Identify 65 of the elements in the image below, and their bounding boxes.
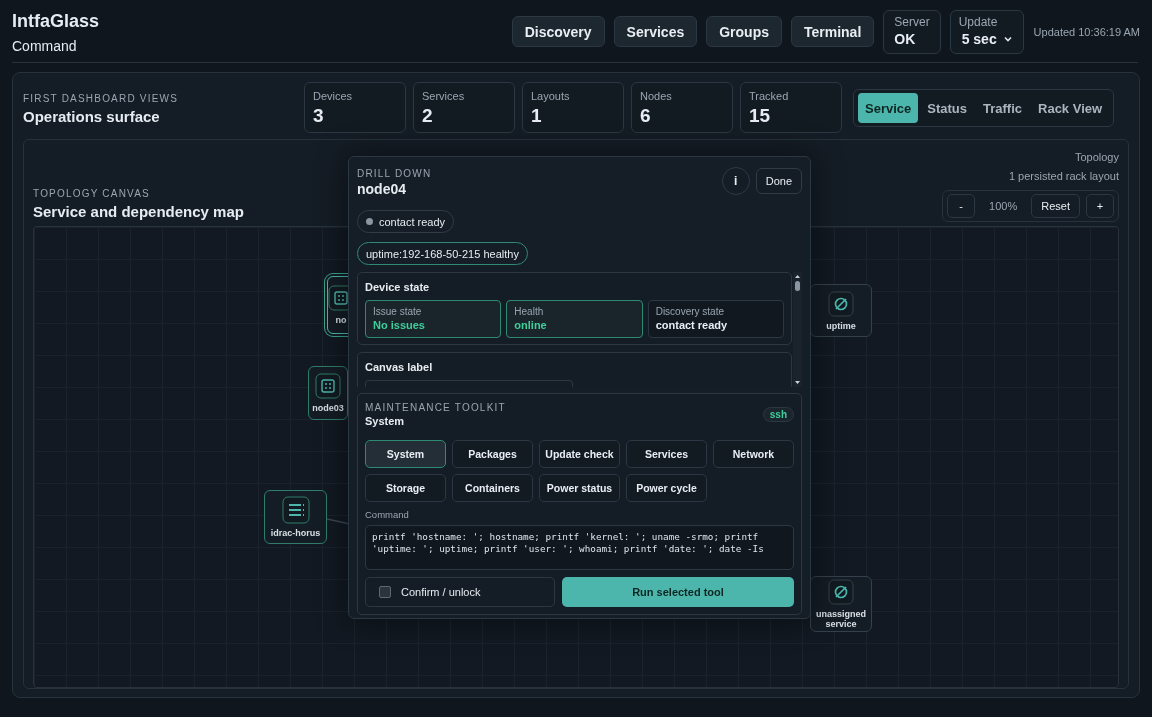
tool-button[interactable]: System <box>365 440 446 468</box>
zoom-out-button[interactable]: - <box>947 194 976 218</box>
tool-button[interactable]: Power status <box>539 474 620 502</box>
tool-button[interactable]: Storage <box>365 474 446 502</box>
app-title: IntfaGlass <box>12 10 101 32</box>
section-heading: Canvas label <box>365 360 434 374</box>
nav-button[interactable]: Discovery <box>511 16 605 47</box>
view-mode-label: Topology <box>1074 150 1119 165</box>
checkbox[interactable] <box>379 586 391 598</box>
tool-button[interactable]: Update check <box>539 440 620 468</box>
stat-card: Nodes 6 <box>631 82 733 133</box>
section-eyebrow: FIRST DASHBOARD VIEWS <box>23 92 180 105</box>
section-eyebrow: MAINTENANCE TOOLKIT <box>365 401 506 414</box>
section-title: Operations surface <box>23 107 161 127</box>
state-field: Discovery state contact ready <box>647 300 784 338</box>
view-tab[interactable]: Service <box>858 93 919 123</box>
tool-button[interactable]: Power cycle <box>626 474 707 502</box>
canvas-node[interactable]: node03 <box>308 366 348 420</box>
canvas-node[interactable]: unassigned service <box>810 576 872 632</box>
chip-text: contact ready <box>379 215 446 228</box>
run-tool-button[interactable]: Run selected tool <box>562 577 794 607</box>
state-field: Health online <box>506 300 643 338</box>
stat-card: Layouts 1 <box>522 82 624 133</box>
zoom-level: 100% <box>988 200 1019 212</box>
stat-card: Devices 3 <box>304 82 406 133</box>
tool-button[interactable]: Packages <box>452 440 533 468</box>
canvas-node[interactable]: uptime <box>810 284 872 337</box>
empty-set-icon <box>828 579 854 605</box>
tool-button[interactable]: Services <box>626 440 707 468</box>
view-tab[interactable]: Rack View <box>1031 93 1110 123</box>
stat-card: Tracked 15 <box>740 82 842 133</box>
view-tab[interactable]: Status <box>920 93 974 123</box>
view-tab[interactable]: Traffic <box>976 93 1029 123</box>
reset-button[interactable]: Reset <box>1031 194 1080 218</box>
layout-count: 1 persisted rack layout <box>1008 169 1119 184</box>
chevron-down-icon <box>1003 36 1012 42</box>
state-field: Issue state No issues <box>365 300 502 338</box>
tool-button[interactable]: Network <box>713 440 794 468</box>
zoom-in-button[interactable]: + <box>1086 194 1114 218</box>
section-eyebrow: TOPOLOGY CANVAS <box>33 187 151 200</box>
tool-button[interactable]: Containers <box>452 474 533 502</box>
app-subtitle: Command <box>12 37 78 55</box>
status-dot <box>366 218 373 225</box>
nav-button[interactable]: Groups <box>706 16 782 47</box>
stat-card: Services 2 <box>413 82 515 133</box>
panel-eyebrow: DRILL DOWN <box>357 167 432 180</box>
update-interval-select[interactable]: Update 5 sec <box>949 10 1024 54</box>
canvas-node[interactable]: idrac-horus <box>264 490 327 544</box>
field-label: Command <box>365 509 410 521</box>
confirm-unlock-toggle[interactable]: Confirm / unlock <box>365 577 555 607</box>
section-title: Service and dependency map <box>33 202 244 222</box>
panel-title: node04 <box>357 180 407 198</box>
section-heading: Device state <box>365 280 431 294</box>
server-status: Server OK <box>883 10 941 54</box>
nav-button[interactable]: Services <box>613 16 698 47</box>
command-field[interactable]: printf 'hostname: '; hostname; printf 'kernel: '; uname -srmo; printf 'uptime: '; uptime; printf 'user: '; whoami; printf 'date: '; date -Is <box>365 525 794 570</box>
info-button[interactable]: i <box>721 167 750 195</box>
section-heading: System <box>365 414 406 428</box>
list-icon <box>281 496 310 524</box>
updated-time: Updated 10:36:19 AM <box>1033 26 1140 38</box>
transport-badge: ssh <box>762 407 794 422</box>
empty-set-icon <box>828 290 854 317</box>
done-button[interactable]: Done <box>755 168 802 194</box>
chip-icon <box>315 373 341 399</box>
nav-button[interactable]: Terminal <box>791 16 875 47</box>
